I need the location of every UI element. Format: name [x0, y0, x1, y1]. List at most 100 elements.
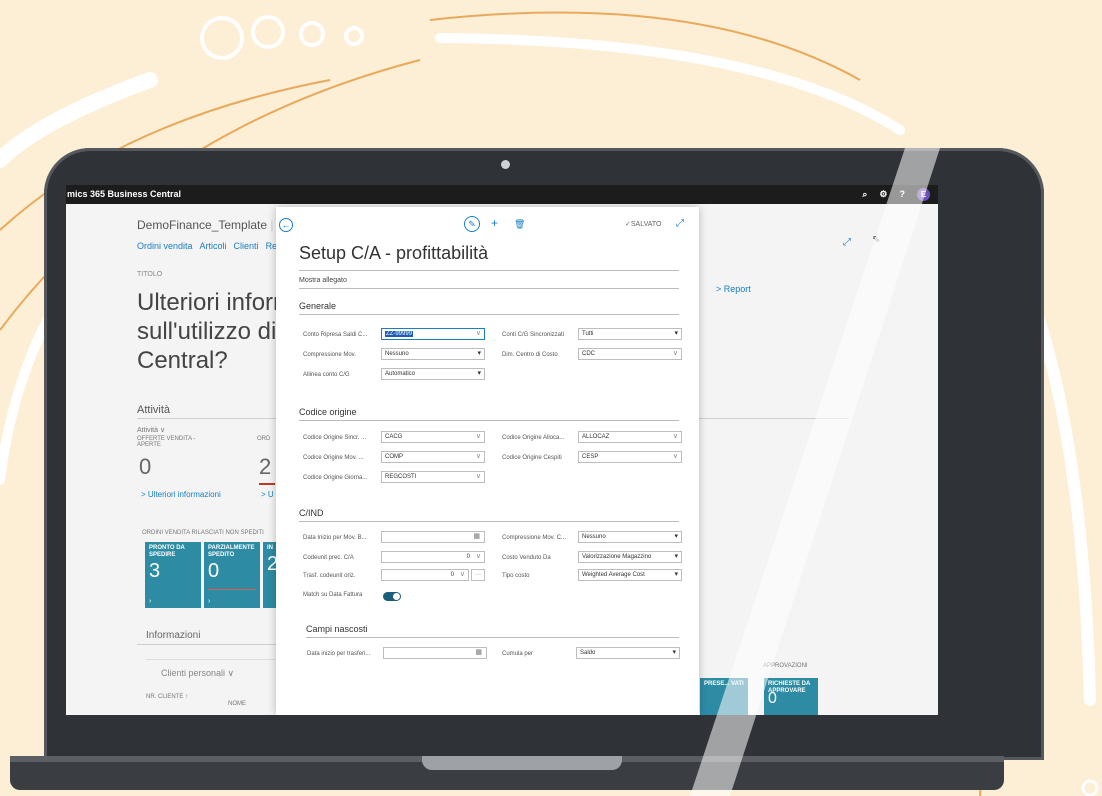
data-inizio-trasf-input[interactable]: ▦: [383, 647, 487, 659]
field-label: Trasf. codeunit oriz.: [303, 573, 356, 579]
tipo-costo-select[interactable]: Weighted Average Cost ▾: [578, 569, 682, 581]
page-title: Setup C/A - profittabilità: [299, 243, 489, 263]
conti-cg-select[interactable]: Tutti ▾: [578, 328, 682, 340]
chevron-down-icon: ▾: [674, 330, 678, 337]
more-info-link-2[interactable]: > U: [261, 490, 274, 499]
add-icon[interactable]: +: [491, 216, 498, 230]
divider: [299, 521, 679, 522]
delete-icon[interactable]: 🗑: [514, 219, 525, 230]
chevron-down-icon: ∨: [459, 571, 465, 578]
gear-icon[interactable]: ⚙: [879, 185, 887, 204]
expand-icon[interactable]: ⤢: [843, 237, 851, 248]
alert-bar: [259, 483, 275, 485]
chevron-down-icon: ∨: [475, 330, 481, 337]
cod-orig-alloca-select[interactable]: ALLOCAZ ∨: [578, 431, 682, 443]
calendar-icon: ▦: [473, 533, 480, 540]
divider: [306, 637, 679, 638]
field-label: Codeunit prec. C/A: [303, 555, 354, 561]
field-label: Compressione Mov.: [303, 352, 356, 358]
avatar[interactable]: E: [917, 188, 930, 201]
compressione-mov-c-select[interactable]: Nessuno ▾: [578, 531, 682, 543]
allinea-conto-select[interactable]: Automatico ▾: [381, 368, 485, 380]
tile-richieste-approvare[interactable]: RICHIESTE DA APPROVARE 0: [764, 678, 818, 715]
divider: [299, 314, 679, 315]
cod-orig-cespiti-select[interactable]: CESP ∨: [578, 451, 682, 463]
column-header-nome[interactable]: NOME: [228, 701, 246, 707]
offerte-count[interactable]: 0: [139, 454, 151, 480]
cod-orig-giorn-select[interactable]: REGCOSTI ∨: [381, 471, 485, 483]
costo-venduto-select[interactable]: Valorizzazione Magazzino ▾: [578, 551, 682, 563]
chevron-down-icon: ▾: [674, 571, 678, 578]
app-title: mics 365 Business Central: [67, 189, 182, 199]
chevron-right-icon: ›: [208, 598, 211, 605]
compressione-mov-select[interactable]: Nessuno ▾: [381, 348, 485, 360]
back-arrow-icon[interactable]: ←: [279, 218, 293, 232]
expand-icon[interactable]: ⤢: [676, 218, 684, 229]
chevron-down-icon: ▾: [477, 370, 481, 377]
deco-circle: [299, 21, 325, 47]
ordini-count[interactable]: 2: [259, 454, 271, 480]
ordini-rilasciati-label: ORDINI VENDITA RILASCIATI NON SPEDITI: [142, 530, 264, 536]
field-label: Match su Data Fattura: [303, 592, 363, 598]
trasf-codeunit-input[interactable]: 0 ∨: [381, 569, 469, 581]
field-label: Codice Origine Sincr. ...: [303, 435, 367, 441]
tile-pronto-spedire[interactable]: PRONTO DA SPEDIRE 3 ›: [145, 542, 201, 608]
divider: [299, 270, 679, 271]
cumula-per-select[interactable]: Saldo ▾: [576, 647, 680, 659]
divider: [299, 420, 679, 421]
webcam-icon: [501, 160, 510, 169]
divider: [299, 288, 679, 289]
chevron-down-icon: ∨: [475, 553, 481, 560]
company-name[interactable]: DemoFinance_Template | Ve: [137, 218, 291, 232]
conto-ripresa-select[interactable]: ZZ-99999 ∨: [381, 328, 485, 340]
field-label: Codice Origine Alloca...: [502, 435, 565, 441]
cod-orig-sinc-select[interactable]: CACG ∨: [381, 431, 485, 443]
tile-progress-bar: [208, 589, 256, 590]
laptop-notch: [422, 756, 622, 770]
app-screen: mics 365 Business Central ⌕ ⚙ ? E DemoFi…: [66, 185, 938, 715]
section-generale[interactable]: Generale: [299, 301, 336, 311]
chevron-right-icon: ›: [149, 598, 152, 605]
help-icon[interactable]: ?: [900, 185, 906, 204]
tile-prese[interactable]: PRESE... VATI: [700, 678, 748, 715]
clienti-personali-dropdown[interactable]: Clienti personali ∨: [161, 668, 234, 679]
codeunit-prec-input[interactable]: 0 ∨: [381, 551, 485, 563]
setup-dialog: ← ✎ + 🗑 ✓SALVATO ⤢ Setup C/A - profittab…: [276, 207, 699, 715]
column-header-nr-cliente[interactable]: NR. CLIENTE ↑: [146, 694, 188, 700]
field-label: Compressione Mov. C...: [502, 535, 566, 541]
saved-status: ✓SALVATO: [625, 221, 662, 228]
nav-link-articoli[interactable]: Articoli: [200, 241, 227, 251]
lookup-button[interactable]: ···: [471, 569, 485, 581]
approvazioni-label: APPROVAZIONI: [763, 663, 808, 669]
nav-link-ordini[interactable]: Ordini vendita: [137, 241, 193, 251]
search-icon[interactable]: ⌕: [862, 185, 867, 204]
attivita-dropdown[interactable]: Attività ∨: [137, 426, 165, 434]
attivita-heading: Attività: [137, 404, 171, 416]
deco-arc: [435, 33, 905, 135]
top-bar-icons: ⌕ ⚙ ? E: [862, 185, 930, 204]
section-codice-origine[interactable]: Codice origine: [299, 407, 357, 417]
chevron-down-icon: ▾: [477, 350, 481, 357]
dim-centro-select[interactable]: CDC ∨: [578, 348, 682, 360]
mostra-allegato-link[interactable]: Mostra allegato: [299, 277, 347, 284]
cod-orig-mov-select[interactable]: COMP ∨: [381, 451, 485, 463]
nav-link-clienti[interactable]: Clienti: [234, 241, 259, 251]
edit-pencil-icon[interactable]: ✎: [464, 216, 480, 232]
tile-parzialmente-spedito[interactable]: PARZIALMENTE SPEDITO 0 ›: [204, 542, 260, 608]
chevron-down-icon: ∨: [475, 473, 481, 480]
chevron-down-icon: ∨: [475, 453, 481, 460]
informazioni-heading: Informazioni: [146, 630, 201, 641]
report-link[interactable]: > Report: [716, 284, 751, 294]
offerte-label: OFFERTE VENDITA - APERTE: [137, 436, 196, 448]
field-label: Codice Origine Giorna...: [303, 475, 368, 481]
hero-heading: Ulteriori inforr sull'utilizzo di Centra…: [137, 289, 282, 374]
data-inizio-mov-input[interactable]: ▦: [381, 531, 485, 543]
chevron-down-icon: ▾: [674, 553, 678, 560]
field-label: Cumula per: [502, 651, 534, 657]
top-bar: mics 365 Business Central ⌕ ⚙ ? E: [66, 185, 938, 204]
section-cind[interactable]: C/IND: [299, 508, 324, 518]
titolo-label: TITOLO: [137, 271, 163, 278]
section-campi-nascosti[interactable]: Campi nascosti: [306, 624, 368, 634]
match-data-fattura-toggle[interactable]: [383, 592, 401, 601]
more-info-link[interactable]: > Ulteriori informazioni: [141, 490, 221, 499]
